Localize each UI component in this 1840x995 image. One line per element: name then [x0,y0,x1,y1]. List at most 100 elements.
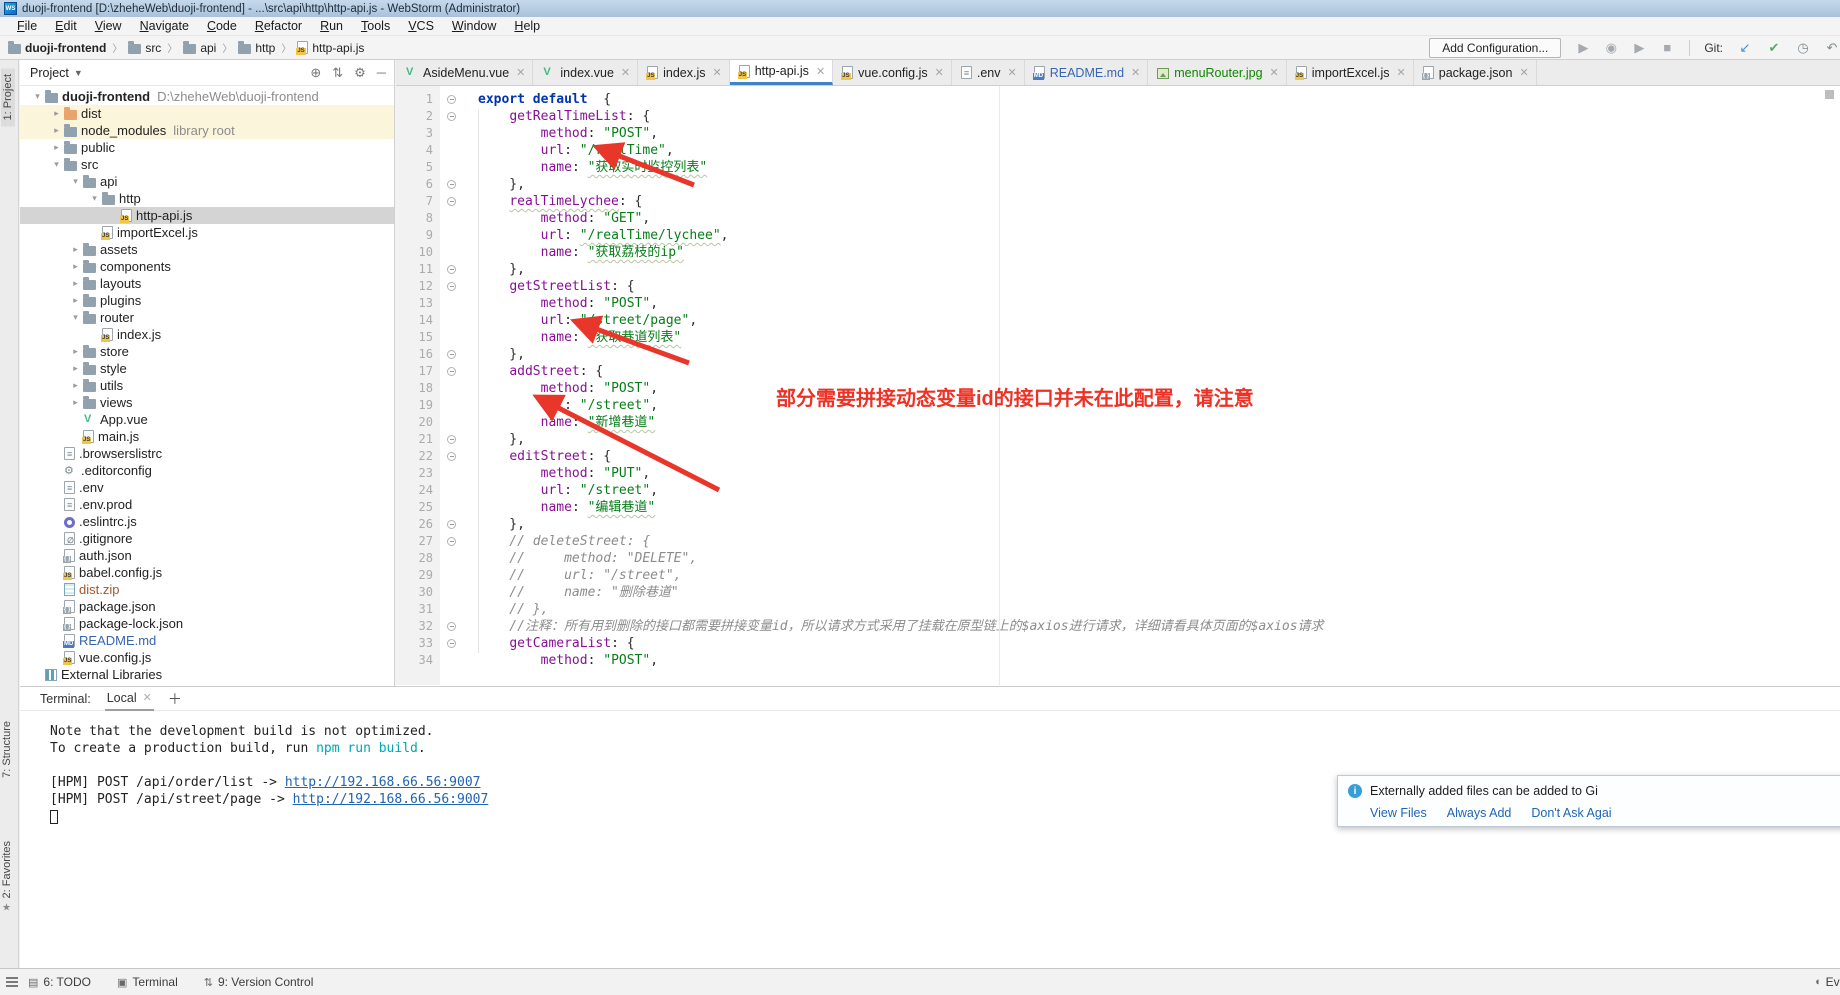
close-icon[interactable]: ✕ [1519,66,1528,79]
inspection-indicator[interactable] [1825,90,1834,99]
collapse-all-icon[interactable]: ⇅ [332,65,343,81]
rollback-icon[interactable]: ↶ [1824,40,1840,56]
tab--env[interactable]: .env✕ [952,60,1025,85]
tree-item-http[interactable]: ▾http [20,190,394,207]
fold-marker[interactable] [440,431,462,448]
menu-item-navigate[interactable]: Navigate [131,19,198,33]
fold-start-icon[interactable] [447,112,456,121]
close-icon[interactable]: ✕ [713,66,722,79]
close-icon[interactable]: ✕ [621,66,630,79]
chevron-collapsed-icon[interactable]: ▸ [49,108,64,119]
hide-panel-icon[interactable]: ─ [377,65,386,81]
tree-item-index-js[interactable]: index.js [20,326,394,343]
menu-item-file[interactable]: File [8,19,46,33]
history-icon[interactable]: ◷ [1795,40,1811,56]
tree-item-components[interactable]: ▸components [20,258,394,275]
fold-end-icon[interactable] [447,435,456,444]
tree-item-plugins[interactable]: ▸plugins [20,292,394,309]
tree-item-App-vue[interactable]: App.vue [20,411,394,428]
tree-item-package-json[interactable]: package.json [20,598,394,615]
menu-item-refactor[interactable]: Refactor [246,19,311,33]
statusbar-item-terminal[interactable]: ▣Terminal [117,975,178,989]
tab-README-md[interactable]: README.md✕ [1025,60,1149,85]
tree-item-dist-zip[interactable]: dist.zip [20,581,394,598]
fold-start-icon[interactable] [447,95,456,104]
fold-marker[interactable] [440,448,462,465]
tab-menuRouter-jpg[interactable]: menuRouter.jpg✕ [1148,60,1286,85]
fold-marker[interactable] [440,108,462,125]
fold-marker[interactable] [440,176,462,193]
tree-item-vue-config-js[interactable]: vue.config.js [20,649,394,666]
project-panel-title[interactable]: Project [30,66,69,80]
tab-index-js[interactable]: index.js✕ [638,60,730,85]
tree-item-router[interactable]: ▾router [20,309,394,326]
chevron-expanded-icon[interactable]: ▾ [87,193,102,204]
close-icon[interactable]: ✕ [1008,66,1017,79]
chevron-collapsed-icon[interactable]: ▸ [68,397,83,408]
fold-start-icon[interactable] [447,452,456,461]
tree-item--browserslistrc[interactable]: .browserslistrc [20,445,394,462]
fold-end-icon[interactable] [447,180,456,189]
terminal-tab-local[interactable]: Local ✕ [105,687,154,711]
terminal-link[interactable]: http://192.168.66.56:9007 [285,775,481,790]
tree-item-duoji-frontend[interactable]: ▾duoji-frontendD:\zheheWeb\duoji-fronten… [20,88,394,105]
stripe-favorites-button[interactable]: ★ 2: Favorites [1,841,13,913]
chevron-expanded-icon[interactable]: ▾ [49,159,64,170]
fold-marker[interactable] [440,363,462,380]
chevron-expanded-icon[interactable]: ▾ [68,312,83,323]
tree-item-public[interactable]: ▸public [20,139,394,156]
fold-marker[interactable] [440,346,462,363]
fold-end-icon[interactable] [447,265,456,274]
notification-action-always-add[interactable]: Always Add [1447,806,1512,820]
notification-action-view-files[interactable]: View Files [1370,806,1427,820]
fold-start-icon[interactable] [447,282,456,291]
chevron-collapsed-icon[interactable]: ▸ [68,261,83,272]
tree-item-utils[interactable]: ▸utils [20,377,394,394]
tree-item-assets[interactable]: ▸assets [20,241,394,258]
close-icon[interactable]: ✕ [816,65,825,78]
tree-item-views[interactable]: ▸views [20,394,394,411]
tree-item-api[interactable]: ▾api [20,173,394,190]
fold-marker[interactable] [440,193,462,210]
chevron-collapsed-icon[interactable]: ▸ [49,142,64,153]
chevron-collapsed-icon[interactable]: ▸ [68,346,83,357]
breadcrumb-item-duoji-frontend[interactable]: duoji-frontend [8,41,106,55]
stop-icon[interactable]: ■ [1659,40,1675,56]
close-icon[interactable]: ✕ [143,691,152,704]
fold-end-icon[interactable] [447,622,456,631]
close-icon[interactable]: ✕ [516,66,525,79]
fold-start-icon[interactable] [447,639,456,648]
fold-marker[interactable] [440,533,462,550]
chevron-collapsed-icon[interactable]: ▸ [49,125,64,136]
tab-http-api-js[interactable]: http-api.js✕ [730,60,833,85]
event-log-button[interactable]: ◖ Event Log [1814,975,1840,989]
tree-item-README-md[interactable]: README.md [20,632,394,649]
breadcrumb-item-api[interactable]: api [183,41,216,55]
new-terminal-tab-button[interactable]: ＋ [168,689,182,709]
fold-marker[interactable] [440,278,462,295]
menu-item-vcs[interactable]: VCS [399,19,443,33]
tree-item--editorconfig[interactable]: .editorconfig [20,462,394,479]
menu-item-help[interactable]: Help [505,19,549,33]
fold-marker[interactable] [440,516,462,533]
terminal-link[interactable]: http://192.168.66.56:9007 [293,792,489,807]
menu-item-code[interactable]: Code [198,19,246,33]
tab-package-json[interactable]: package.json✕ [1414,60,1537,85]
tree-item-babel-config-js[interactable]: babel.config.js [20,564,394,581]
fold-marker[interactable] [440,618,462,635]
fold-end-icon[interactable] [447,520,456,529]
tool-window-switcher-icon[interactable] [6,977,18,987]
tab-index-vue[interactable]: index.vue✕ [533,60,638,85]
debug-icon[interactable]: ◉ [1603,40,1619,56]
chevron-collapsed-icon[interactable]: ▸ [68,244,83,255]
menu-item-run[interactable]: Run [311,19,352,33]
tab-AsideMenu-vue[interactable]: AsideMenu.vue✕ [396,60,533,85]
tree-item-node_modules[interactable]: ▸node_moduleslibrary root [20,122,394,139]
chevron-collapsed-icon[interactable]: ▸ [68,380,83,391]
tree-item-src[interactable]: ▾src [20,156,394,173]
chevron-expanded-icon[interactable]: ▾ [68,176,83,187]
tree-item--env-prod[interactable]: .env.prod [20,496,394,513]
tab-vue-config-js[interactable]: vue.config.js✕ [833,60,952,85]
tree-item--env[interactable]: .env [20,479,394,496]
stripe-project-button[interactable]: 1: Project [1,68,15,126]
